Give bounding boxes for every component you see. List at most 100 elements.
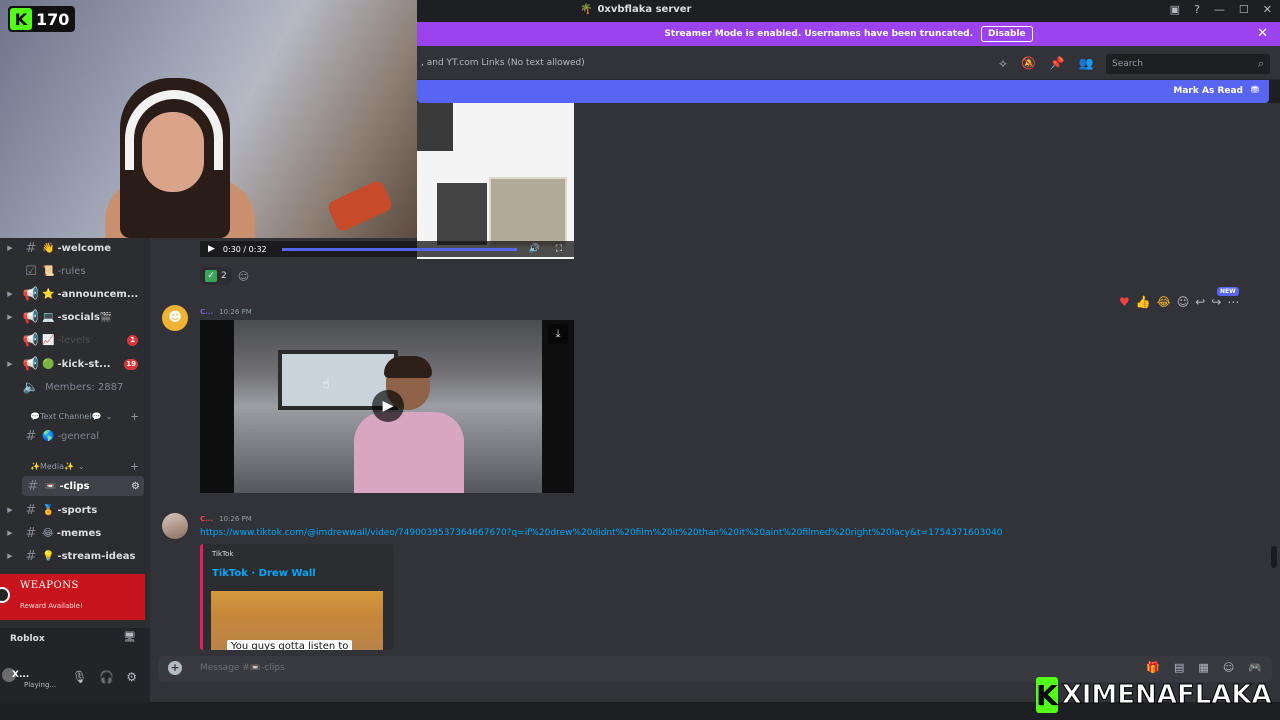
message-username[interactable]: C... bbox=[200, 308, 213, 316]
banner-close-icon[interactable]: ✕ bbox=[1257, 26, 1268, 41]
rules-icon: ☑ bbox=[25, 263, 37, 279]
message-placeholder: Message #📼-clips bbox=[200, 663, 285, 673]
gif-icon[interactable]: ▤ bbox=[1174, 661, 1184, 674]
inbox-icon[interactable]: ▣ bbox=[1170, 3, 1180, 16]
emoji-icon[interactable]: ☺ bbox=[1223, 661, 1234, 674]
close-icon[interactable]: ✕ bbox=[1263, 3, 1272, 16]
gift-icon[interactable]: 🎁 bbox=[1146, 661, 1160, 674]
add-reaction-icon[interactable]: ☺ bbox=[1177, 295, 1190, 309]
sidebar-channel[interactable]: # 📼 -clips ⚙ bbox=[22, 476, 144, 496]
thumbs-up-reaction-icon[interactable]: 👍 bbox=[1136, 295, 1151, 309]
link-embed: TikTok TikTok · Drew Wall You guys gotta… bbox=[200, 544, 394, 650]
weapons-reward-banner[interactable]: WEAPONS Reward Available! bbox=[0, 574, 145, 620]
avatar[interactable] bbox=[162, 513, 188, 539]
channel-emoji: 📈 bbox=[42, 334, 55, 346]
search-input[interactable]: Search ⌕ bbox=[1106, 54, 1270, 74]
sticker-icon[interactable]: ▦ bbox=[1198, 661, 1208, 674]
sidebar-channel-label: -general bbox=[57, 430, 100, 442]
streamer-mode-banner: Streamer Mode is enabled. Usernames have… bbox=[417, 22, 1280, 46]
reaction-check[interactable]: ✓ 2 bbox=[200, 267, 232, 285]
screen-share-icon[interactable]: 🖥 bbox=[123, 632, 136, 643]
message-hover-toolbar: ♥ 👍 😂 ☺ ↩ ↪ ⋯ NEW bbox=[1119, 287, 1239, 309]
add-channel-icon[interactable]: + bbox=[130, 410, 139, 423]
laugh-reaction-icon[interactable]: 😂 bbox=[1157, 295, 1171, 309]
collapse-caret-icon: ▶ bbox=[7, 244, 13, 252]
sidebar-channel[interactable]: ▶ 📢 🟢 -kick-st... 19 bbox=[0, 354, 148, 374]
sidebar-channel[interactable]: 🔈 Members: 2887 bbox=[0, 377, 148, 397]
sidebar-channel-label: -sports bbox=[57, 504, 98, 516]
sidebar-channel[interactable]: 📢 📈 -levels 1 bbox=[0, 330, 148, 350]
headphones-icon[interactable]: 🎧 bbox=[99, 670, 114, 684]
mark-as-read-button[interactable]: Mark As Read bbox=[1173, 86, 1243, 96]
sidebar-channel-label: -stream-ideas bbox=[57, 550, 136, 562]
activity-panel[interactable]: Roblox 🖥 bbox=[0, 628, 150, 650]
sidebar-channel[interactable]: ▶ # 💡 -stream-ideas bbox=[0, 546, 148, 566]
add-reaction-icon[interactable]: ☺ bbox=[238, 270, 249, 283]
collapse-caret-icon: ▶ bbox=[7, 313, 13, 321]
mark-read-icon: ⛃ bbox=[1250, 85, 1259, 96]
pin-icon[interactable]: 📌 bbox=[1050, 56, 1065, 71]
channel-settings-gear-icon[interactable]: ⚙ bbox=[131, 481, 140, 492]
reply-icon[interactable]: ↩ bbox=[1195, 295, 1205, 309]
category-text-channels[interactable]: 💬Text Channel💬 ⌄ + bbox=[30, 410, 139, 423]
minimize-icon[interactable]: — bbox=[1214, 3, 1225, 16]
threads-icon[interactable]: ⟡ bbox=[999, 56, 1007, 71]
sidebar-channel-general[interactable]: # 🌎 -general bbox=[0, 426, 148, 446]
user-name[interactable]: X... bbox=[12, 670, 29, 680]
settings-gear-icon[interactable]: ⚙ bbox=[126, 670, 137, 684]
sidebar-channel-label: -levels bbox=[57, 334, 91, 346]
promo-title: WEAPONS bbox=[20, 580, 79, 591]
maximize-icon[interactable]: ☐ bbox=[1239, 3, 1249, 16]
chevron-down-icon: ⌄ bbox=[105, 412, 113, 421]
sidebar-channel[interactable]: ▶ # 🏅 -sports bbox=[0, 500, 148, 520]
download-icon[interactable]: ⤓ bbox=[548, 324, 568, 344]
add-channel-icon[interactable]: + bbox=[130, 460, 139, 473]
channel-emoji: 💡 bbox=[42, 550, 55, 562]
play-icon[interactable]: ▶ bbox=[208, 244, 215, 254]
mouse-cursor-icon: ☝ bbox=[322, 377, 330, 392]
channel-emoji: 😂 bbox=[42, 527, 54, 539]
sidebar-channel[interactable]: ▶ 📢 ⭐ -announcem... bbox=[0, 284, 148, 304]
channel-emoji: 👋 bbox=[42, 242, 55, 254]
announcement-icon: 📢 bbox=[22, 286, 40, 302]
play-button-icon[interactable]: ▶ bbox=[372, 390, 404, 422]
apps-icon[interactable]: 🎮 bbox=[1248, 661, 1262, 674]
forward-icon[interactable]: ↪ bbox=[1211, 295, 1221, 309]
hash-icon: # bbox=[27, 478, 39, 494]
channel-topic: , and YT.com Links (No text allowed) bbox=[421, 58, 585, 68]
announcement-icon: 📢 bbox=[22, 356, 40, 372]
microphone-icon[interactable]: 🎙 bbox=[72, 670, 87, 684]
new-messages-bar[interactable]: Mark As Read ⛃ bbox=[417, 80, 1269, 103]
channel-emoji: ⭐ bbox=[42, 288, 55, 300]
help-icon[interactable]: ? bbox=[1194, 3, 1200, 16]
disable-button[interactable]: Disable bbox=[981, 26, 1033, 42]
embed-title[interactable]: TikTok · Drew Wall bbox=[212, 568, 316, 579]
unread-badge: 1 bbox=[127, 334, 138, 346]
member-list-icon[interactable]: 👥 bbox=[1079, 56, 1094, 71]
category-media[interactable]: ✨Media✨ ⌄ + bbox=[30, 460, 139, 473]
embed-thumbnail[interactable]: You guys gotta listen to bbox=[211, 591, 383, 650]
video-attachment[interactable]: ▶ ⤓ bbox=[200, 320, 574, 493]
chat-scrollbar[interactable] bbox=[1271, 546, 1277, 568]
channel-emoji: 🟢 bbox=[42, 358, 55, 370]
heart-reaction-icon[interactable]: ♥ bbox=[1119, 295, 1130, 309]
hash-icon: # bbox=[25, 502, 37, 518]
sidebar-channel[interactable]: ▶ 📢 💻 -socials🎬 bbox=[0, 307, 148, 327]
reactions-row: ✓ 2 ☺ bbox=[200, 267, 249, 285]
tiktok-link[interactable]: https://www.tiktok.com/@imdrewwall/video… bbox=[200, 528, 1003, 538]
sidebar-channel-label: -rules bbox=[57, 265, 86, 277]
streamer-watermark: K XIMENAFLAKA bbox=[1036, 676, 1272, 714]
sidebar-channel[interactable]: ▶ # 👋 -welcome bbox=[0, 238, 148, 258]
sidebar-channel[interactable]: ☑ 📜 -rules bbox=[0, 261, 148, 281]
volume-icon[interactable]: 🔊 bbox=[529, 244, 540, 254]
video-progress-track[interactable] bbox=[282, 248, 517, 251]
mute-bell-icon[interactable]: 🔕 bbox=[1021, 56, 1036, 71]
sidebar-channel[interactable]: ▶ # 😂 -memes bbox=[0, 523, 148, 543]
message-username[interactable]: C... bbox=[200, 515, 213, 523]
more-options-icon[interactable]: ⋯ bbox=[1227, 295, 1239, 309]
fullscreen-icon[interactable]: ⛶ bbox=[556, 244, 562, 254]
avatar[interactable]: ☻ bbox=[162, 305, 188, 331]
attach-plus-icon[interactable]: + bbox=[168, 661, 182, 675]
image-attachment[interactable] bbox=[417, 103, 574, 259]
hash-icon: # bbox=[25, 548, 37, 564]
